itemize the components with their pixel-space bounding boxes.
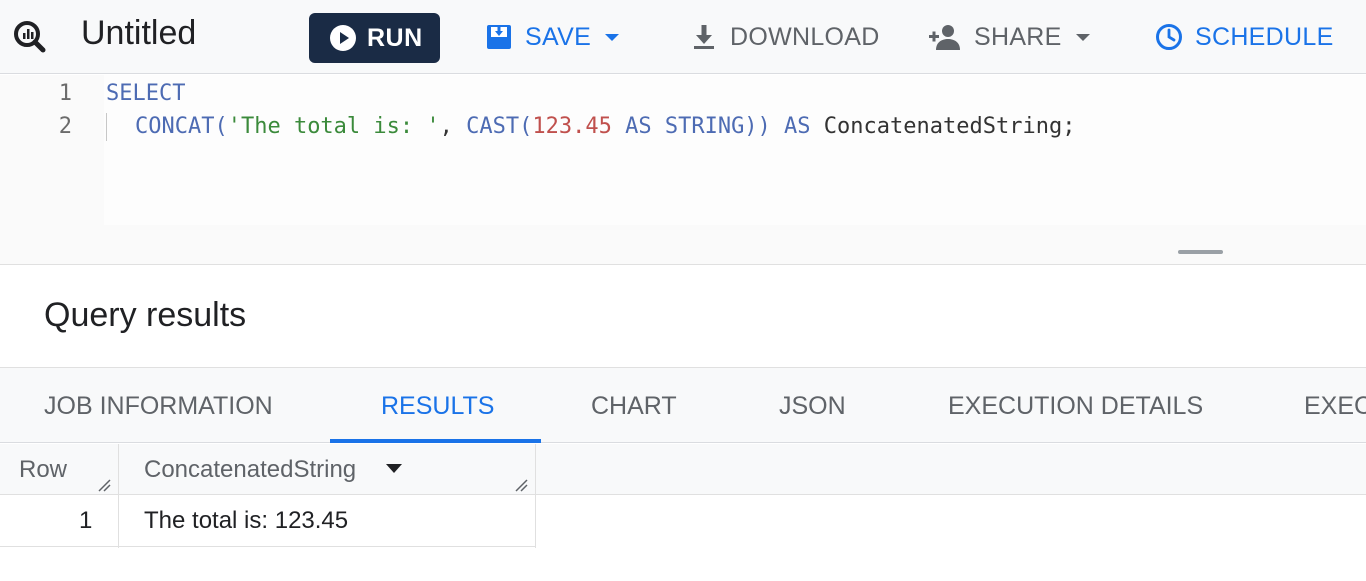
sql-editor[interactable]: 1 2 SELECT CONCAT('The total is: ', CAST… [0, 75, 1366, 225]
tab-execution-graph[interactable]: EXEC [1304, 392, 1366, 421]
bigquery-logo-icon [14, 21, 46, 53]
resize-grip-icon[interactable] [97, 478, 111, 492]
tab-execution-details[interactable]: EXECUTION DETAILS [948, 392, 1203, 421]
save-label: SAVE [525, 22, 592, 51]
code-area[interactable]: SELECT CONCAT('The total is: ', CAST(123… [104, 75, 1366, 225]
share-person-icon [929, 25, 960, 50]
schedule-button[interactable]: SCHEDULE [1155, 20, 1334, 54]
query-toolbar: Untitled RUN SAVE DOWNLOAD SHARE SCHEDUL… [0, 0, 1366, 74]
save-icon [487, 25, 511, 49]
column-header-row: Row [19, 456, 68, 483]
active-tab-indicator [330, 439, 541, 443]
results-table: Row ConcatenatedString 1 The total is: 1… [0, 444, 1366, 581]
resize-grip-icon[interactable] [514, 478, 528, 492]
table-header-row: Row ConcatenatedString [0, 444, 1366, 495]
schedule-label: SCHEDULE [1195, 22, 1334, 51]
line-number-gutter: 1 2 [0, 75, 104, 225]
column-header-concatenatedstring[interactable]: ConcatenatedString [144, 456, 356, 484]
share-label: SHARE [974, 22, 1062, 51]
download-icon [694, 25, 714, 49]
tab-json[interactable]: JSON [779, 392, 846, 421]
code-line-2[interactable]: CONCAT('The total is: ', CAST(123.45 AS … [135, 114, 1075, 139]
save-button[interactable]: SAVE [485, 20, 620, 54]
sql-keyword: AS STRING)) AS [611, 114, 824, 139]
clock-icon [1156, 24, 1182, 50]
run-button-label: RUN [367, 23, 423, 52]
sql-number: 123.45 [532, 114, 612, 139]
tab-results[interactable]: RESULTS [381, 392, 494, 421]
sql-keyword: SELECT [106, 81, 186, 106]
resize-handle[interactable] [1178, 250, 1223, 254]
download-button[interactable]: DOWNLOAD [690, 20, 880, 54]
row-number: 1 [79, 507, 93, 534]
line-number: 2 [58, 114, 72, 139]
sql-punctuation: , [439, 114, 467, 139]
results-title: Query results [44, 296, 247, 334]
share-button[interactable]: SHARE [928, 20, 1090, 54]
sql-function: CONCAT( [135, 114, 228, 139]
query-title[interactable]: Untitled [81, 14, 196, 53]
play-icon [330, 25, 356, 51]
editor-resize-bar [0, 225, 1366, 265]
chevron-down-icon[interactable] [605, 33, 620, 41]
code-line-1[interactable]: SELECT [106, 81, 185, 106]
cell-value[interactable]: The total is: 123.45 [144, 507, 348, 535]
sql-string: 'The total is: ' [227, 114, 440, 139]
chevron-down-icon[interactable] [1075, 33, 1090, 41]
table-row: 1 The total is: 123.45 [0, 495, 536, 547]
sql-identifier: ConcatenatedString; [823, 114, 1076, 139]
tab-chart[interactable]: CHART [591, 392, 677, 421]
indent-guide [106, 113, 107, 141]
sql-function: CAST( [466, 114, 533, 139]
run-button[interactable]: RUN [309, 13, 440, 63]
sort-dropdown-icon[interactable] [386, 464, 402, 473]
download-label: DOWNLOAD [730, 22, 880, 51]
results-tabs: JOB INFORMATION RESULTS CHART JSON EXECU… [0, 367, 1366, 443]
line-number: 1 [58, 81, 72, 106]
tab-job-information[interactable]: JOB INFORMATION [44, 392, 273, 421]
